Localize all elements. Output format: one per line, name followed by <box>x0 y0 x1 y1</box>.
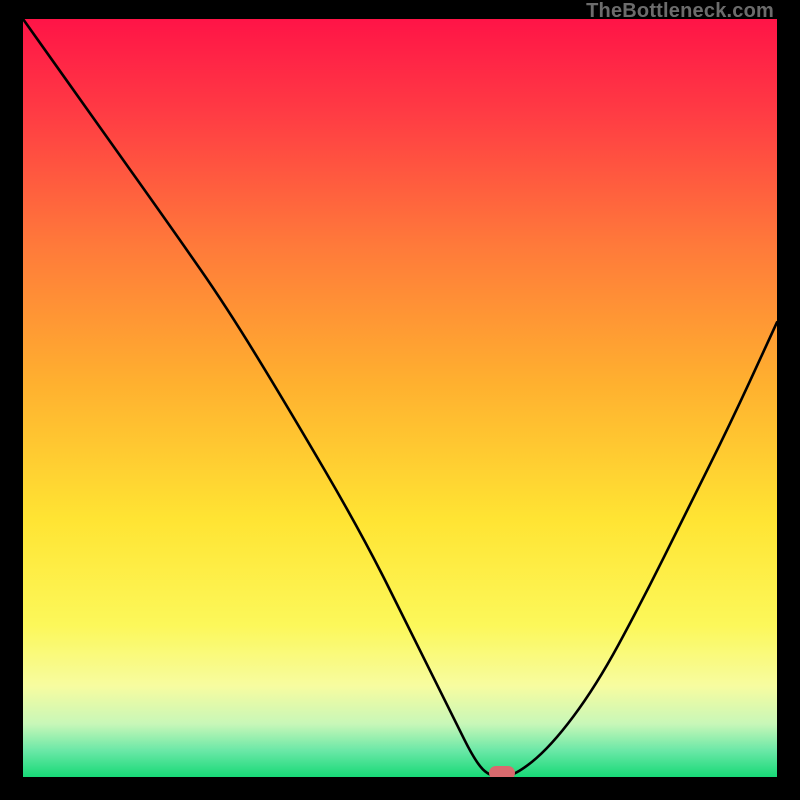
chart-frame: TheBottleneck.com <box>0 0 800 800</box>
optimal-marker <box>489 766 515 777</box>
bottleneck-curve <box>23 19 777 777</box>
plot-area <box>23 19 777 777</box>
